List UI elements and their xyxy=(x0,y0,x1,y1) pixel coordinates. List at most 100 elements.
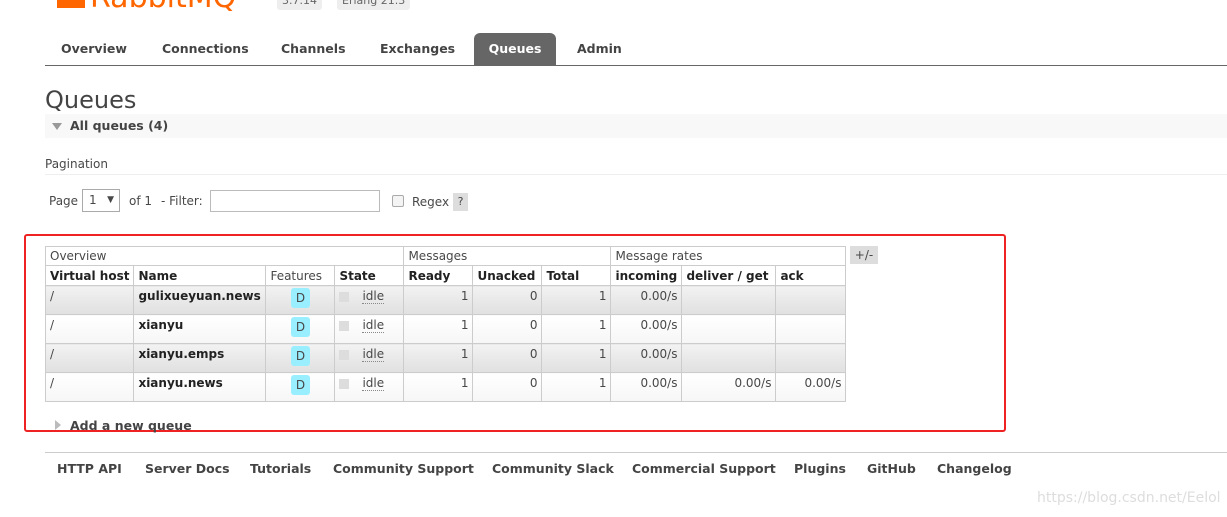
cell-ready: 1 xyxy=(403,314,474,344)
cell-unacked: 0 xyxy=(472,372,543,402)
durable-feature-badge: D xyxy=(290,317,310,337)
tab-queues[interactable]: Queues xyxy=(474,33,556,65)
cell-state: idle xyxy=(334,285,405,315)
chevron-down-icon: ▼ xyxy=(107,195,114,205)
pagination-heading: Pagination xyxy=(45,157,108,171)
state-label: idle xyxy=(362,318,385,333)
tab-admin[interactable]: Admin xyxy=(561,33,638,65)
cell-deliver: 0.00/s xyxy=(681,372,777,402)
cell-unacked: 0 xyxy=(472,314,543,344)
col-ready[interactable]: Ready xyxy=(403,265,474,286)
col-features: Features xyxy=(265,265,336,286)
page-count: of 1 xyxy=(129,194,153,208)
cell-feature: D xyxy=(265,372,336,402)
table-row[interactable]: / xianyu Didle 1 0 1 0.00/s xyxy=(44,314,847,344)
cell-incoming: 0.00/s xyxy=(610,314,683,344)
filter-input[interactable] xyxy=(210,190,380,212)
table-row[interactable]: / gulixueyuan.news Didle 1 0 1 0.00/s xyxy=(44,285,847,315)
cell-vhost: / xyxy=(44,343,135,373)
footer-link-community-slack[interactable]: Community Slack xyxy=(492,461,614,476)
tab-exchanges[interactable]: Exchanges xyxy=(364,33,471,65)
group-message-rates: Message rates xyxy=(610,246,847,266)
queue-name-link[interactable]: xianyu xyxy=(133,314,267,344)
footer-link-github[interactable]: GitHub xyxy=(867,461,916,476)
cell-feature: D xyxy=(265,343,336,373)
col-deliver-get[interactable]: deliver / get xyxy=(681,265,777,286)
table-row[interactable]: / xianyu.emps Didle 1 0 1 0.00/s xyxy=(44,343,847,373)
state-indicator-icon xyxy=(339,379,350,389)
queues-table: Overview Messages Message rates Virtual … xyxy=(44,246,847,402)
group-messages: Messages xyxy=(403,246,612,266)
queue-name-link[interactable]: xianyu.news xyxy=(133,372,267,402)
cell-unacked: 0 xyxy=(472,285,543,315)
help-button[interactable]: ? xyxy=(453,193,468,211)
version-badge: 3.7.14 xyxy=(277,0,322,10)
toggle-columns-button[interactable]: +/- xyxy=(850,246,878,264)
cell-vhost: / xyxy=(44,314,135,344)
tab-overview[interactable]: Overview xyxy=(45,33,143,65)
state-indicator-icon xyxy=(339,321,350,331)
rabbitmq-logo-icon xyxy=(57,0,85,8)
watermark: https://blog.csdn.net/Eelol xyxy=(1037,490,1221,506)
cell-ack xyxy=(775,343,847,373)
footer-link-server-docs[interactable]: Server Docs xyxy=(145,461,230,476)
page-select[interactable]: 1 ▼ xyxy=(82,189,120,212)
logo-text: RabbitMQ xyxy=(90,0,236,15)
divider xyxy=(45,174,1227,175)
cell-incoming: 0.00/s xyxy=(610,343,683,373)
footer-link-changelog[interactable]: Changelog xyxy=(937,461,1012,476)
cell-ready: 1 xyxy=(403,372,474,402)
state-indicator-icon xyxy=(339,292,350,302)
col-state[interactable]: State xyxy=(334,265,405,286)
queue-name-link[interactable]: xianyu.emps xyxy=(133,343,267,373)
footer-link-tutorials[interactable]: Tutorials xyxy=(250,461,311,476)
state-label: idle xyxy=(362,289,385,304)
tab-channels[interactable]: Channels xyxy=(265,33,362,65)
queue-name-link[interactable]: gulixueyuan.news xyxy=(133,285,267,315)
cell-deliver xyxy=(681,285,777,315)
table-row[interactable]: / xianyu.news Didle 1 0 1 0.00/s 0.00/s 0.00/s xyxy=(44,372,847,402)
page-select-value: 1 xyxy=(89,193,97,207)
footer-divider xyxy=(45,452,1227,453)
cell-vhost: / xyxy=(44,285,135,315)
col-incoming[interactable]: incoming xyxy=(610,265,683,286)
cell-total: 1 xyxy=(541,343,612,373)
cell-incoming: 0.00/s xyxy=(610,285,683,315)
section-title: All queues (4) xyxy=(70,118,169,133)
add-queue-label: Add a new queue xyxy=(70,418,192,433)
footer-link-http-api[interactable]: HTTP API xyxy=(57,461,122,476)
all-queues-section-toggle[interactable]: All queues (4) xyxy=(45,114,1227,138)
page-title: Queues xyxy=(45,86,137,114)
erlang-badge: Erlang 21.3 xyxy=(337,0,411,10)
durable-feature-badge: D xyxy=(290,288,310,308)
footer-link-community-support[interactable]: Community Support xyxy=(333,461,474,476)
state-label: idle xyxy=(362,347,385,362)
cell-vhost: / xyxy=(44,372,135,402)
cell-ack: 0.00/s xyxy=(775,372,847,402)
triangle-right-icon xyxy=(55,420,61,430)
cell-state: idle xyxy=(334,372,405,402)
cell-ready: 1 xyxy=(403,343,474,373)
regex-checkbox[interactable] xyxy=(392,195,404,207)
cell-deliver xyxy=(681,343,777,373)
cell-state: idle xyxy=(334,314,405,344)
col-virtual-host[interactable]: Virtual host xyxy=(44,265,135,286)
cell-deliver xyxy=(681,314,777,344)
cell-ack xyxy=(775,314,847,344)
col-total[interactable]: Total xyxy=(541,265,612,286)
state-label: idle xyxy=(362,376,385,391)
col-ack[interactable]: ack xyxy=(775,265,847,286)
col-unacked[interactable]: Unacked xyxy=(472,265,543,286)
footer-link-commercial-support[interactable]: Commercial Support xyxy=(632,461,776,476)
cell-state: idle xyxy=(334,343,405,373)
add-queue-section-toggle[interactable]: Add a new queue xyxy=(55,418,192,433)
footer-link-plugins[interactable]: Plugins xyxy=(794,461,846,476)
cell-total: 1 xyxy=(541,372,612,402)
cell-unacked: 0 xyxy=(472,343,543,373)
cell-total: 1 xyxy=(541,314,612,344)
triangle-down-icon xyxy=(52,123,62,130)
col-name[interactable]: Name xyxy=(133,265,267,286)
tab-connections[interactable]: Connections xyxy=(146,33,265,65)
regex-label: Regex xyxy=(412,195,450,209)
cell-total: 1 xyxy=(541,285,612,315)
